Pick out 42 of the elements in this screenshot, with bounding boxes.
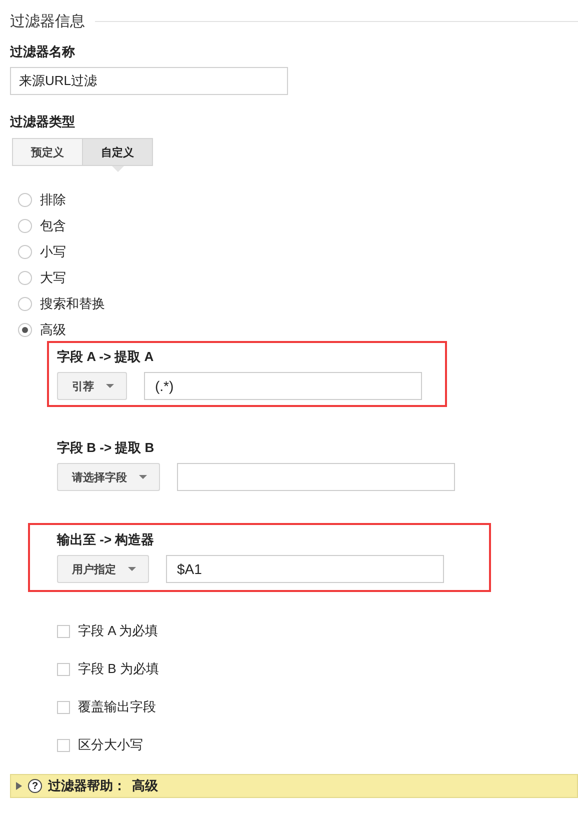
- radio-label: 搜索和替换: [40, 295, 105, 313]
- caret-icon: [139, 475, 147, 479]
- value-field[interactable]: (.*): [144, 372, 422, 400]
- field-label: 字段 A -> 提取 A: [57, 348, 155, 366]
- radio-button[interactable]: [18, 297, 32, 311]
- type-tab[interactable]: 预定义: [12, 138, 83, 166]
- field-label: 过滤器名称: [10, 43, 76, 61]
- radio-label: 排除: [40, 191, 66, 209]
- field-label: 输出至 -> 构造器: [57, 531, 156, 549]
- help-bar[interactable]: ? 过滤器帮助： 高级: [10, 774, 578, 798]
- checkbox-label: 字段 B 为必填: [78, 660, 159, 678]
- radio-label: 高级: [40, 321, 66, 339]
- field-dropdown[interactable]: 用户指定: [57, 555, 149, 583]
- section-title: 过滤器信息: [10, 12, 85, 30]
- filter-name-field[interactable]: 来源URL过滤: [10, 67, 288, 95]
- radio-button[interactable]: [18, 193, 32, 207]
- help-title: 过滤器帮助：: [48, 777, 126, 795]
- checkbox[interactable]: [57, 738, 70, 752]
- field-label: 字段 B -> 提取 B: [57, 439, 156, 457]
- radio-label: 小写: [40, 243, 66, 261]
- value-field[interactable]: [177, 463, 455, 491]
- radio-button[interactable]: [18, 323, 32, 337]
- checkbox[interactable]: [57, 700, 70, 714]
- value-field[interactable]: $A1: [166, 555, 444, 583]
- field-dropdown[interactable]: 请选择字段: [57, 463, 160, 491]
- checkbox[interactable]: [57, 624, 70, 638]
- caret-icon: [128, 567, 136, 571]
- field-label: 过滤器类型: [10, 113, 76, 131]
- radio-button[interactable]: [18, 271, 32, 285]
- checkbox-label: 区分大小写: [78, 736, 143, 754]
- help-icon: ?: [28, 779, 42, 793]
- radio-button[interactable]: [18, 219, 32, 233]
- tab-pointer-icon: [112, 166, 124, 172]
- radio-button[interactable]: [18, 245, 32, 259]
- radio-label: 大写: [40, 269, 66, 287]
- field-dropdown[interactable]: 引荐: [57, 372, 127, 400]
- radio-label: 包含: [40, 217, 66, 235]
- checkbox-label: 字段 A 为必填: [78, 622, 158, 640]
- checkbox-label: 覆盖输出字段: [78, 698, 156, 716]
- caret-icon: [106, 384, 114, 388]
- help-topic: 高级: [132, 777, 158, 795]
- checkbox[interactable]: [57, 662, 70, 676]
